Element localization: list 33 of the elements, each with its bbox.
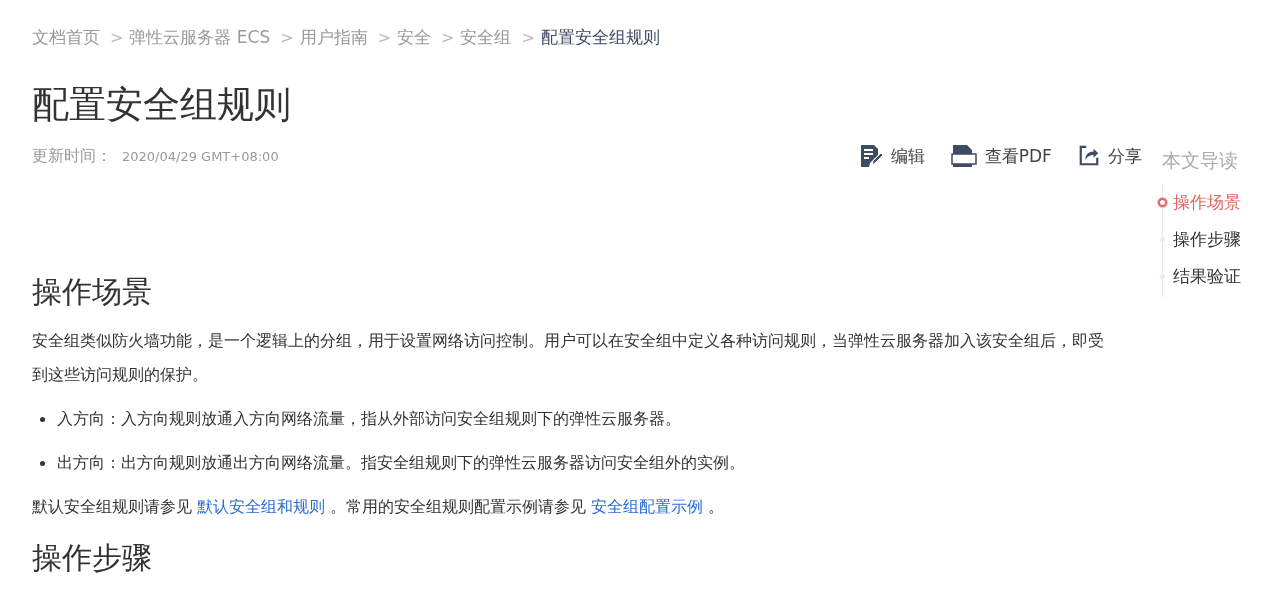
bullet-icon [40,417,45,422]
section-heading: 操作步骤 [32,539,153,577]
separator-icon: > [377,27,392,47]
breadcrumb-current: 配置安全组规则 [540,25,660,49]
separator-icon: > [521,27,535,47]
link[interactable]: 安全组配置示例 [591,497,704,516]
breadcrumb-link[interactable]: 弹性云服务器 ECS [129,25,271,49]
separator-icon: > [441,27,455,47]
bullet-text: 入方向：入方向规则放通入方向网络流量，指从外部访问安全组规则下的弹性云服务器。 [57,408,681,430]
breadcrumb-link[interactable]: 文档首页 [32,25,100,49]
edit-icon [858,144,883,168]
link[interactable]: 默认安全组和规则 [197,497,326,516]
action-link[interactable]: 查看PDF [950,144,1052,168]
section-heading: 操作场景 [32,273,153,311]
separator-icon: > [280,27,294,47]
toc-item[interactable]: 操作场景 [1172,188,1241,217]
update-time: 2020/04/29 GMT+08:00 [122,148,279,164]
toc-title: 本文导读 [1161,148,1239,173]
update-label: 更新时间： [32,145,112,167]
bullet-text: 出方向：出方向规则放通出方向网络流量。指安全组规则下的弹性云服务器访问安全组外的实例。 [57,452,745,474]
action-link[interactable]: 分享 [1077,144,1142,168]
breadcrumb-link[interactable]: 安全组 [460,25,512,49]
share-icon [1077,145,1100,167]
paragraph: 安全组类似防火墙功能，是一个逻辑上的分组，用于设置网络访问控制。用户可以在安全组中定义各种访问规则，当弹性云服务器加入该安全组后，即受到这些访问规则的保护。 [32,330,1105,386]
toc-item[interactable]: 操作步骤 [1172,225,1241,254]
page-title: 配置安全组规则 [32,82,292,128]
bullet-icon [40,461,45,466]
action-link[interactable]: 编辑 [858,144,925,168]
separator-icon: > [110,27,124,47]
toc-item[interactable]: 结果验证 [1172,262,1241,291]
breadcrumb-link[interactable]: 用户指南 [299,25,368,49]
breadcrumb-link[interactable]: 安全 [397,25,432,49]
paragraph: 默认安全组规则请参见 默认安全组和规则 。常用的安全组规则配置示例请参见 安全组配置示例 。 [32,496,726,518]
